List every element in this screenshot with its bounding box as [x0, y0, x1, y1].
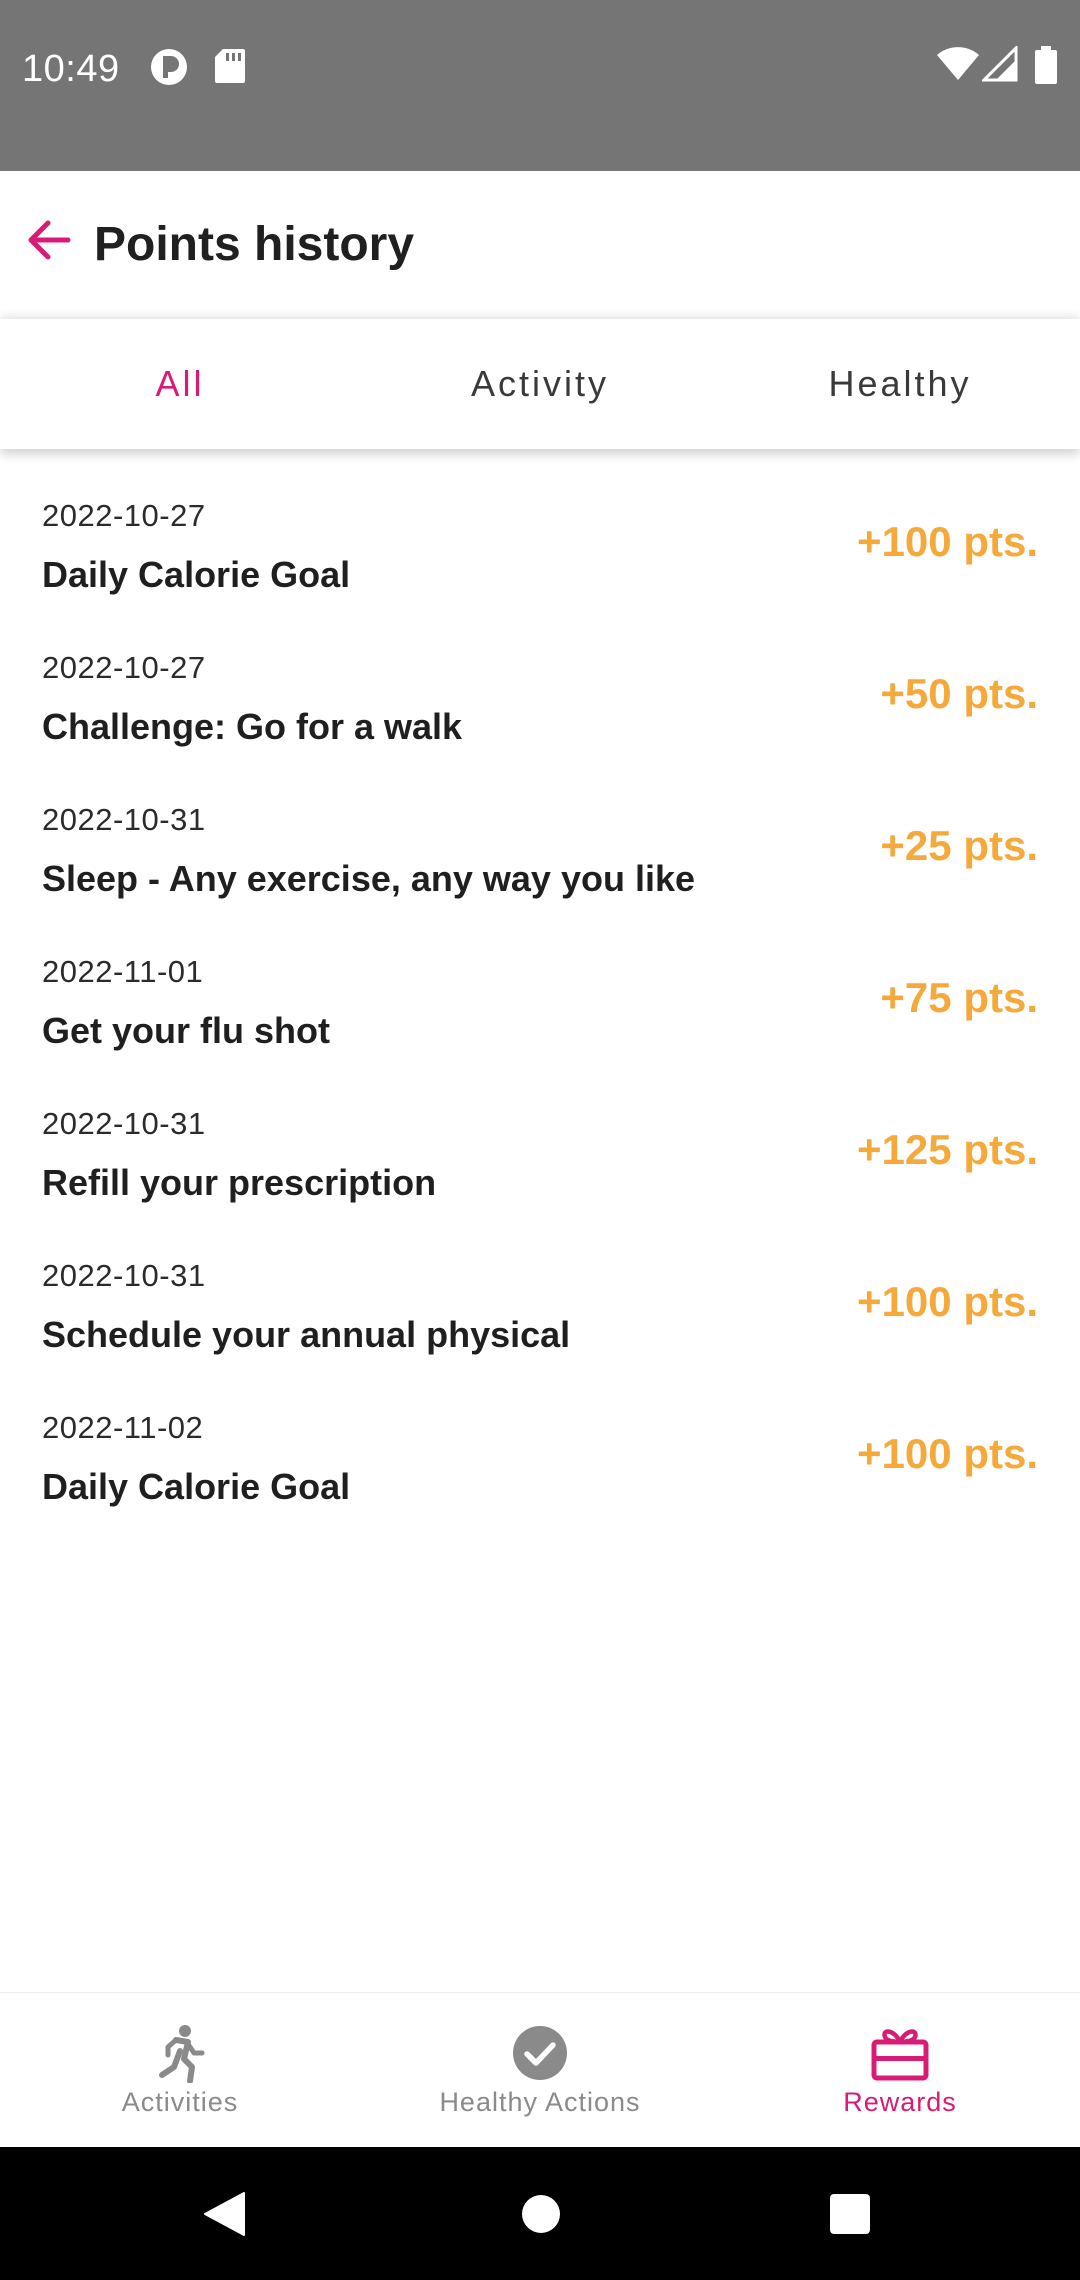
item-points: +25 pts.	[880, 822, 1038, 869]
tab-all[interactable]: All	[0, 319, 360, 449]
filter-tabs: All Activity Healthy	[0, 319, 1080, 449]
list-item: 2022-10-31 Sleep - Any exercise, any way…	[0, 780, 1080, 932]
nav-rewards[interactable]: Rewards	[720, 1993, 1080, 2147]
item-points: +100 pts.	[857, 1278, 1038, 1325]
cell-signal-icon	[980, 44, 1018, 87]
list-item: 2022-10-31 Schedule your annual physical…	[0, 1236, 1080, 1388]
item-points: +100 pts.	[857, 518, 1038, 565]
item-title: Daily Calorie Goal	[42, 554, 351, 595]
item-date: 2022-11-01	[42, 954, 204, 989]
list-item: 2022-11-02 Daily Calorie Goal +100 pts.	[0, 1388, 1080, 1540]
recents-square-icon[interactable]	[828, 2191, 872, 2242]
item-title: Challenge: Go for a walk	[42, 706, 463, 747]
item-date: 2022-10-27	[42, 650, 206, 685]
list-item: 2022-10-27 Challenge: Go for a walk +50 …	[0, 628, 1080, 780]
item-date: 2022-11-02	[42, 1410, 204, 1445]
nav-activities[interactable]: Activities	[0, 1993, 360, 2147]
check-circle-icon	[512, 2023, 568, 2083]
item-date: 2022-10-31	[42, 1258, 206, 1293]
back-button[interactable]	[14, 205, 84, 275]
home-circle-icon[interactable]	[520, 2191, 562, 2242]
nav-healthy-actions[interactable]: Healthy Actions	[360, 1993, 720, 2147]
item-title: Sleep - Any exercise, any way you like	[42, 858, 695, 899]
list-item: 2022-10-27 Daily Calorie Goal +100 pts.	[0, 476, 1080, 628]
points-history-screen: 10:49 Points history All Activity Health…	[0, 0, 1080, 2280]
bottom-navigation: Activities Healthy Actions Rewards	[0, 1992, 1080, 2147]
item-date: 2022-10-31	[42, 1106, 206, 1141]
nav-label-activities: Activities	[121, 2087, 239, 2117]
item-points: +125 pts.	[857, 1126, 1038, 1173]
list-item: 2022-11-01 Get your flu shot +75 pts.	[0, 932, 1080, 1084]
battery-icon	[1034, 46, 1058, 89]
arrow-left-icon	[28, 220, 71, 260]
item-title: Get your flu shot	[42, 1010, 330, 1051]
tab-healthy[interactable]: Healthy	[720, 319, 1080, 449]
status-time: 10:49	[22, 48, 120, 90]
item-points: +75 pts.	[880, 974, 1038, 1021]
nav-label-healthy-actions: Healthy Actions	[439, 2087, 641, 2117]
app-notification-icon	[150, 48, 188, 91]
item-date: 2022-10-27	[42, 498, 206, 533]
item-points: +50 pts.	[880, 670, 1038, 717]
list-item: 2022-10-31 Refill your prescription +125…	[0, 1084, 1080, 1236]
system-navigation-bar	[0, 2147, 1080, 2280]
wifi-icon	[936, 46, 980, 87]
points-history-list: 2022-10-27 Daily Calorie Goal +100 pts. …	[0, 476, 1080, 1540]
item-title: Refill your prescription	[42, 1162, 437, 1203]
gift-box-icon	[870, 2023, 930, 2083]
tab-activity[interactable]: Activity	[360, 319, 720, 449]
running-person-icon	[152, 2023, 208, 2083]
status-bar: 10:49	[0, 0, 1080, 171]
page-title: Points history	[94, 218, 415, 271]
item-date: 2022-10-31	[42, 802, 206, 837]
nav-label-rewards: Rewards	[843, 2087, 957, 2117]
item-points: +100 pts.	[857, 1430, 1038, 1477]
app-bar: Points history	[0, 171, 1080, 319]
item-title: Daily Calorie Goal	[42, 1466, 351, 1507]
back-triangle-icon[interactable]	[202, 2191, 246, 2242]
sd-card-icon	[214, 48, 246, 89]
item-title: Schedule your annual physical	[42, 1314, 571, 1355]
